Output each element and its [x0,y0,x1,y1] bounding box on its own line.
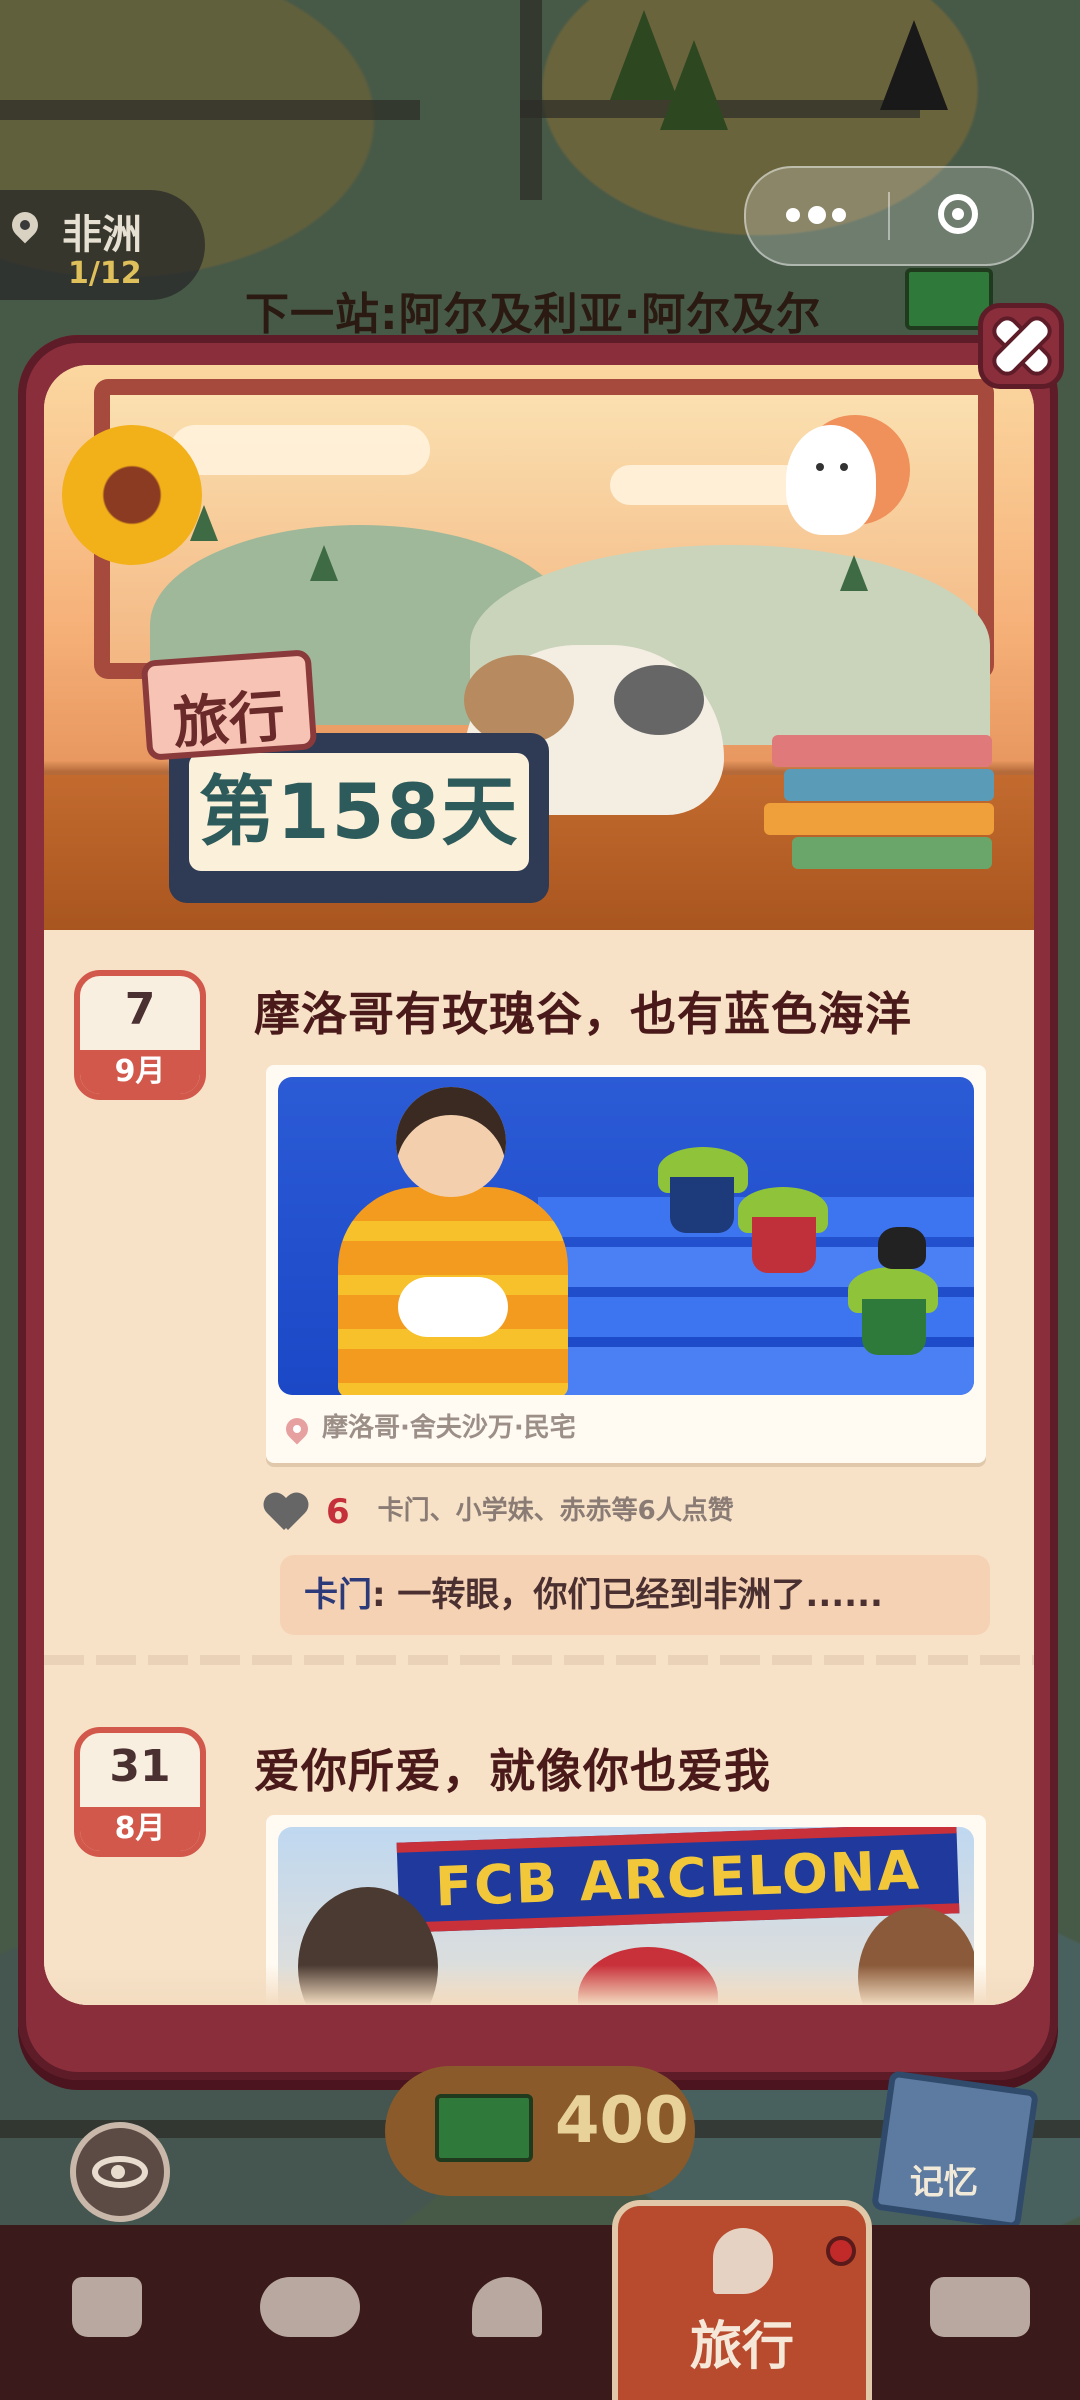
hands-icon [260,2277,360,2337]
region-name: 非洲 [62,212,142,258]
journal-feed[interactable]: 7 9月 摩洛哥有玫瑰谷，也有蓝色海洋 摩洛哥·舍夫沙万·民宅 6 卡门、小学妹… [44,930,1034,2005]
post-title: 爱你所爱，就像你也爱我 [254,1744,771,1798]
date-badge: 7 9月 [74,970,206,1100]
comment-author: 卡门 [304,1575,372,1615]
like-count: 6 [326,1491,350,1532]
bottom-nav [0,2225,1080,2400]
book-stack [772,735,992,767]
nav-travel-label: 旅行 [689,2317,794,2377]
date-day: 31 [109,1741,171,1792]
next-stop-label: 下一站:阿尔及利亚·阿尔及尔 [245,289,822,340]
photo-card[interactable]: 摩洛哥·舍夫沙万·民宅 [266,1065,986,1463]
train-window [94,379,994,745]
day-counter-board: 第158天 [169,733,549,903]
target-icon[interactable] [938,194,978,234]
travel-icon [713,2228,773,2294]
date-month: 9月 [80,1050,200,1094]
teru-teru-bozu [786,425,876,535]
nav-social[interactable] [240,2225,380,2400]
nav-bag[interactable] [40,2225,180,2400]
eye-icon [92,2156,148,2188]
coin-amount: 400 [555,2084,689,2158]
post-title: 摩洛哥有玫瑰谷，也有蓝色海洋 [254,987,912,1041]
post-divider [44,1655,1034,1665]
location-pin-icon [281,1412,313,1445]
region-progress: 1/12 [68,256,142,291]
date-badge: 31 8月 [74,1727,206,1857]
memory-button[interactable]: 记忆 [870,2070,1040,2230]
notification-dot [826,2236,856,2266]
photo-location-text: 摩洛哥·舍夫沙万·民宅 [322,1413,576,1443]
region-pill[interactable]: 非洲 1/12 [0,190,205,300]
black-cat [878,1227,926,1269]
travel-tag-label: 旅行 [170,684,288,757]
scarf: FCB ARCELONA [396,1827,960,1933]
nav-service[interactable] [440,2225,580,2400]
close-button[interactable] [978,303,1064,389]
memory-label: 记忆 [909,2162,978,2203]
miniprogram-capsule [744,166,1034,266]
travel-tag: 旅行 [140,649,318,761]
journal-modal: 第158天 旅行 7 9月 摩洛哥有玫瑰谷，也有蓝色海洋 摩洛哥·舍夫沙万·民宅… [44,365,1034,2005]
heart-icon[interactable] [264,1494,308,1530]
bell-icon [472,2277,542,2337]
date-month: 8月 [80,1807,200,1851]
scarf-text: FCB ARCELONA [434,1838,922,1919]
more-dots-icon[interactable] [786,206,846,226]
sunflower [62,425,202,565]
bag-icon [72,2277,142,2337]
likes-row: 6 卡门、小学妹、赤赤等6人点赞 [264,1490,734,1532]
white-cat [398,1277,508,1337]
nav-travel-active[interactable]: 旅行 [612,2200,872,2400]
date-day: 7 [124,984,156,1035]
coin-counter: 400 [385,2066,695,2196]
location-pin-icon [6,206,44,244]
capsule-divider [888,192,890,240]
nav-bus[interactable] [910,2225,1060,2400]
day-counter: 第158天 [198,767,520,856]
view-toggle-button[interactable] [70,2122,170,2222]
money-icon [435,2094,533,2162]
comment-text: : 一转眼，你们已经到非洲了...... [372,1575,883,1615]
photo-location: 摩洛哥·舍夫沙万·民宅 [281,1407,576,1445]
like-names: 卡门、小学妹、赤赤等6人点赞 [377,1496,734,1526]
comment[interactable]: 卡门: 一转眼，你们已经到非洲了...... [280,1555,990,1635]
post-photo[interactable] [278,1077,974,1395]
bus-icon [930,2277,1030,2337]
header-scene: 第158天 旅行 [44,365,1034,930]
